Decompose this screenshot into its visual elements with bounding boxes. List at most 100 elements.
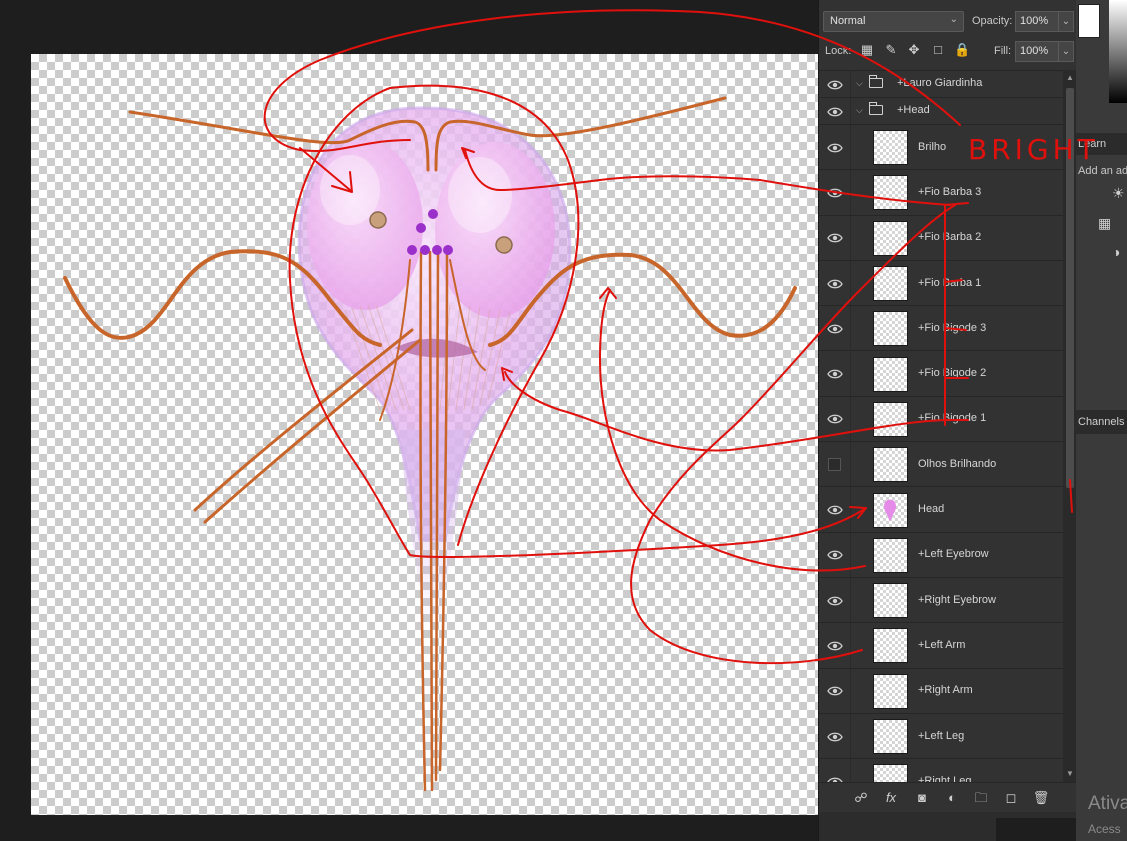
scroll-up-icon[interactable]: ▲ — [1066, 73, 1074, 82]
layer-row[interactable]: ⌵ +Lauro Giardinha — [819, 71, 1063, 98]
scrollbar-thumb[interactable] — [1066, 88, 1074, 488]
layer-name: +Right Leg — [918, 774, 972, 782]
fill-field[interactable]: 100% — [1015, 41, 1059, 62]
layer-name: +Fio Bigode 1 — [918, 412, 987, 425]
layers-panel-footer: ☍ fx ◙ ◐ 🗀 ◻ 🗑 — [819, 782, 1077, 812]
chevron-down-icon[interactable]: ⌵ — [856, 105, 863, 116]
lock-position-icon[interactable]: ✥ — [906, 42, 922, 58]
layer-thumbnail — [873, 266, 908, 302]
lock-image-pixels-icon[interactable]: ✎ — [883, 42, 899, 58]
layer-name: +Fio Bigode 2 — [918, 367, 987, 380]
row-separator — [850, 442, 851, 487]
link-layers-icon[interactable]: ☍ — [852, 789, 870, 807]
canvas-area[interactable] — [0, 0, 818, 841]
folder-icon — [869, 102, 883, 115]
layers-panel: Normal ⌄ Opacity: 100% ⌄ Lock: ▦ ✎ ✥ □ 🔒… — [818, 0, 1077, 841]
levels-icon[interactable]: ▦ — [1098, 215, 1111, 232]
layer-row[interactable]: +Right Arm — [819, 668, 1063, 714]
document-canvas[interactable] — [31, 54, 818, 815]
layer-row[interactable]: +Right Leg — [819, 759, 1063, 782]
opacity-field[interactable]: 100% — [1015, 11, 1059, 32]
lock-all-icon[interactable]: 🔒 — [954, 42, 970, 58]
layer-row[interactable]: Head — [819, 487, 1063, 533]
add-mask-icon[interactable]: ◙ — [913, 789, 931, 807]
lock-artboard-icon[interactable]: □ — [930, 42, 946, 58]
chevron-down-icon: ⌄ — [949, 14, 958, 25]
visibility-eye-icon[interactable] — [827, 685, 843, 697]
layer-name: +Left Arm — [918, 638, 966, 651]
visibility-eye-icon[interactable] — [827, 368, 843, 380]
layer-row[interactable]: +Fio Barba 3 — [819, 170, 1063, 216]
scroll-down-icon[interactable]: ▼ — [1066, 769, 1074, 778]
new-group-folder-icon[interactable]: 🗀 — [972, 789, 990, 807]
layer-name: +Right Eyebrow — [918, 593, 996, 606]
layer-name: +Fio Barba 3 — [918, 185, 982, 198]
row-separator — [850, 125, 851, 170]
visibility-eye-icon[interactable] — [827, 640, 843, 652]
tab-learn[interactable]: Learn — [1076, 133, 1127, 155]
layer-row[interactable]: +Fio Barba 1 — [819, 260, 1063, 307]
visibility-eye-icon[interactable] — [827, 79, 843, 91]
layer-row[interactable]: +Left Arm — [819, 623, 1063, 669]
layer-row[interactable]: +Fio Bigode 2 — [819, 351, 1063, 397]
layer-name: +Lauro Giardinha — [897, 77, 983, 89]
layer-row[interactable]: +Right Eyebrow — [819, 578, 1063, 624]
new-layer-icon[interactable]: ◻ — [1002, 789, 1020, 807]
layer-row[interactable]: +Fio Bigode 3 — [819, 306, 1063, 352]
visibility-eye-icon[interactable] — [827, 504, 843, 516]
visibility-eye-icon[interactable] — [827, 142, 843, 154]
opacity-dropdown-button[interactable]: ⌄ — [1058, 11, 1074, 32]
fill-dropdown-button[interactable]: ⌄ — [1058, 41, 1074, 62]
visibility-eye-icon[interactable] — [827, 323, 843, 335]
adjustment-layer-icon[interactable]: ◐ — [943, 789, 961, 807]
lock-transparent-pixels-icon[interactable]: ▦ — [859, 42, 875, 58]
color-picker-strip[interactable] — [1109, 0, 1127, 103]
layer-row[interactable]: +Fio Bigode 1 — [819, 396, 1063, 443]
opacity-label: Opacity: — [972, 15, 1013, 27]
gradient-map-icon[interactable]: ◑ — [1112, 244, 1120, 260]
tab-channels[interactable]: Channels — [1076, 410, 1127, 434]
row-separator — [850, 98, 851, 124]
visibility-eye-icon[interactable] — [827, 278, 843, 290]
layer-row[interactable]: +Left Eyebrow — [819, 532, 1063, 578]
visibility-eye-icon[interactable] — [827, 595, 843, 607]
fill-label: Fill: — [994, 45, 1012, 57]
foreground-color-swatch[interactable] — [1078, 4, 1100, 38]
layer-thumbnail — [873, 130, 908, 166]
layer-name: Olhos Brilhando — [918, 457, 997, 470]
layer-thumbnail — [873, 447, 908, 483]
channels-panel-body — [1076, 434, 1127, 841]
visibility-eye-icon[interactable] — [827, 731, 843, 743]
layer-thumbnail — [873, 764, 908, 782]
layer-name: +Fio Barba 1 — [918, 276, 982, 289]
layer-row[interactable]: Brilho — [819, 125, 1063, 171]
visibility-eye-icon[interactable] — [827, 232, 843, 244]
folder-icon — [869, 75, 883, 88]
activation-watermark-sub: Acess — [1088, 822, 1121, 836]
row-separator — [850, 306, 851, 351]
chevron-down-icon[interactable]: ⌵ — [856, 78, 863, 89]
row-separator — [850, 396, 851, 442]
visibility-eye-icon[interactable] — [827, 413, 843, 425]
layers-scrollbar[interactable]: ▲ ▼ — [1063, 70, 1077, 782]
row-separator — [850, 759, 851, 782]
layer-name: +Left Leg — [918, 729, 965, 742]
right-dock-panels: Learn Add an adj ☀ ▦ ◑ Channels Ativa Ac… — [1076, 0, 1127, 841]
layer-row[interactable]: ⌵ +Head — [819, 98, 1063, 125]
layer-row[interactable]: +Fio Barba 2 — [819, 215, 1063, 261]
layer-thumbnail — [873, 719, 908, 755]
layer-row[interactable]: +Left Leg — [819, 713, 1063, 760]
visibility-eye-icon[interactable] — [827, 187, 843, 199]
visibility-toggle-off[interactable] — [828, 457, 841, 471]
brightness-icon[interactable]: ☀ — [1112, 185, 1125, 202]
layer-name: +Right Arm — [918, 684, 973, 697]
blend-mode-select[interactable]: Normal ⌄ — [823, 11, 964, 32]
row-separator — [850, 578, 851, 623]
layer-name: +Left Eyebrow — [918, 548, 989, 561]
visibility-eye-icon[interactable] — [827, 106, 843, 118]
activation-watermark: Ativa — [1088, 793, 1127, 814]
layer-row[interactable]: Olhos Brilhando — [819, 442, 1063, 488]
layer-style-fx-icon[interactable]: fx — [882, 789, 900, 807]
visibility-eye-icon[interactable] — [827, 549, 843, 561]
delete-layer-trash-icon[interactable]: 🗑 — [1032, 789, 1050, 807]
